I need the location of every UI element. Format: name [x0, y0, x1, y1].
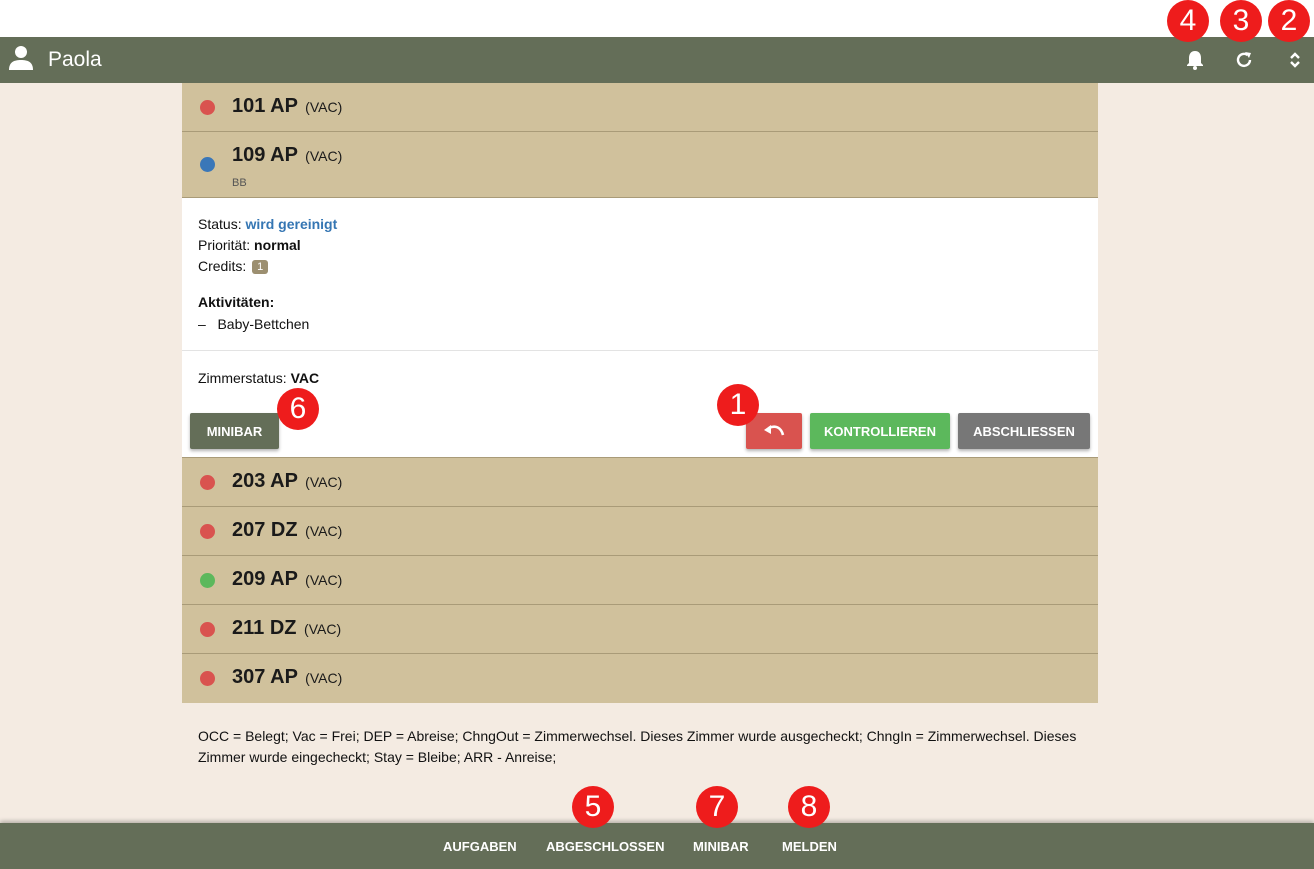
room-number: 211 DZ (VAC)	[232, 617, 342, 639]
refresh-icon	[1236, 52, 1252, 68]
room-number: 101 AP (VAC)	[232, 95, 343, 117]
status-dot	[200, 475, 215, 490]
user-icon	[9, 46, 33, 70]
annotation-marker-7: 7	[696, 786, 738, 828]
user-name: Paola	[48, 48, 102, 71]
room-number: 307 AP (VAC)	[232, 666, 343, 688]
kontrollieren-button[interactable]: KONTROLLIEREN	[810, 413, 950, 449]
annotation-marker-1: 1	[717, 384, 759, 426]
status-dot	[200, 157, 215, 172]
abschliessen-button[interactable]: ABSCHLIESSEN	[958, 413, 1090, 449]
priority-line: Priorität: normal	[198, 237, 301, 253]
room-item[interactable]: 203 AP (VAC)	[182, 458, 1098, 507]
status-dot	[200, 100, 215, 115]
refresh-button[interactable]	[1231, 47, 1257, 73]
minibar-button[interactable]: MINIBAR	[190, 413, 279, 449]
room-number: 207 DZ (VAC)	[232, 519, 343, 541]
priority-value: normal	[254, 237, 301, 253]
room-number: 209 AP (VAC)	[232, 568, 343, 590]
room-number: 109 AP (VAC)	[232, 144, 343, 166]
room-item[interactable]: 307 AP (VAC)	[182, 654, 1098, 703]
nav-abgeschlossen[interactable]: ABGESCHLOSSEN	[546, 839, 664, 854]
room-list-lower: 203 AP (VAC) 207 DZ (VAC) 209 AP (VAC) 2…	[182, 458, 1098, 703]
notifications-button[interactable]	[1182, 47, 1208, 73]
room-item-selected[interactable]: 109 AP (VAC) BB	[182, 132, 1098, 198]
unfold-icon	[1290, 52, 1300, 68]
room-item[interactable]: 209 AP (VAC)	[182, 556, 1098, 605]
nav-melden[interactable]: MELDEN	[782, 839, 837, 854]
room-list: 101 AP (VAC) 109 AP (VAC) BB	[182, 83, 1098, 198]
room-item[interactable]: 211 DZ (VAC)	[182, 605, 1098, 654]
room-item[interactable]: 101 AP (VAC)	[182, 83, 1098, 132]
room-detail-panel: Status: wird gereinigt Priorität: normal…	[182, 198, 1098, 458]
status-line: Status: wird gereinigt	[198, 216, 338, 232]
annotation-marker-2: 2	[1268, 0, 1310, 42]
room-subtitle: BB	[232, 177, 247, 189]
expand-collapse-button[interactable]	[1282, 47, 1308, 73]
status-dot	[200, 573, 215, 588]
annotation-marker-4: 4	[1167, 0, 1209, 42]
room-number: 203 AP (VAC)	[232, 470, 343, 492]
nav-minibar[interactable]: MINIBAR	[693, 839, 749, 854]
annotation-marker-8: 8	[788, 786, 830, 828]
bell-icon	[1187, 51, 1203, 70]
status-legend: OCC = Belegt; Vac = Frei; DEP = Abreise;…	[198, 728, 1077, 765]
app-header: Paola	[0, 37, 1314, 83]
status-dot	[200, 524, 215, 539]
nav-aufgaben[interactable]: AUFGABEN	[443, 839, 517, 854]
top-blank-area	[0, 0, 1314, 37]
status-value: wird gereinigt	[245, 216, 338, 232]
divider	[182, 350, 1098, 351]
status-dot	[200, 671, 215, 686]
zimmerstatus-line: Zimmerstatus: VAC	[198, 370, 320, 386]
credits-line: Credits: 1	[198, 258, 269, 274]
bottom-nav: AUFGABEN ABGESCHLOSSEN MINIBAR MELDEN	[0, 823, 1314, 869]
undo-icon	[764, 425, 785, 436]
credits-badge: 1	[252, 260, 269, 274]
annotation-marker-6: 6	[277, 388, 319, 430]
annotation-marker-3: 3	[1220, 0, 1262, 42]
activity-item: – Baby-Bettchen	[198, 316, 310, 332]
status-dot	[200, 622, 215, 637]
annotation-marker-5: 5	[572, 786, 614, 828]
undo-button[interactable]	[746, 413, 802, 449]
zimmerstatus-value: VAC	[290, 370, 320, 386]
room-item[interactable]: 207 DZ (VAC)	[182, 507, 1098, 556]
activities-heading: Aktivitäten:	[198, 294, 275, 310]
